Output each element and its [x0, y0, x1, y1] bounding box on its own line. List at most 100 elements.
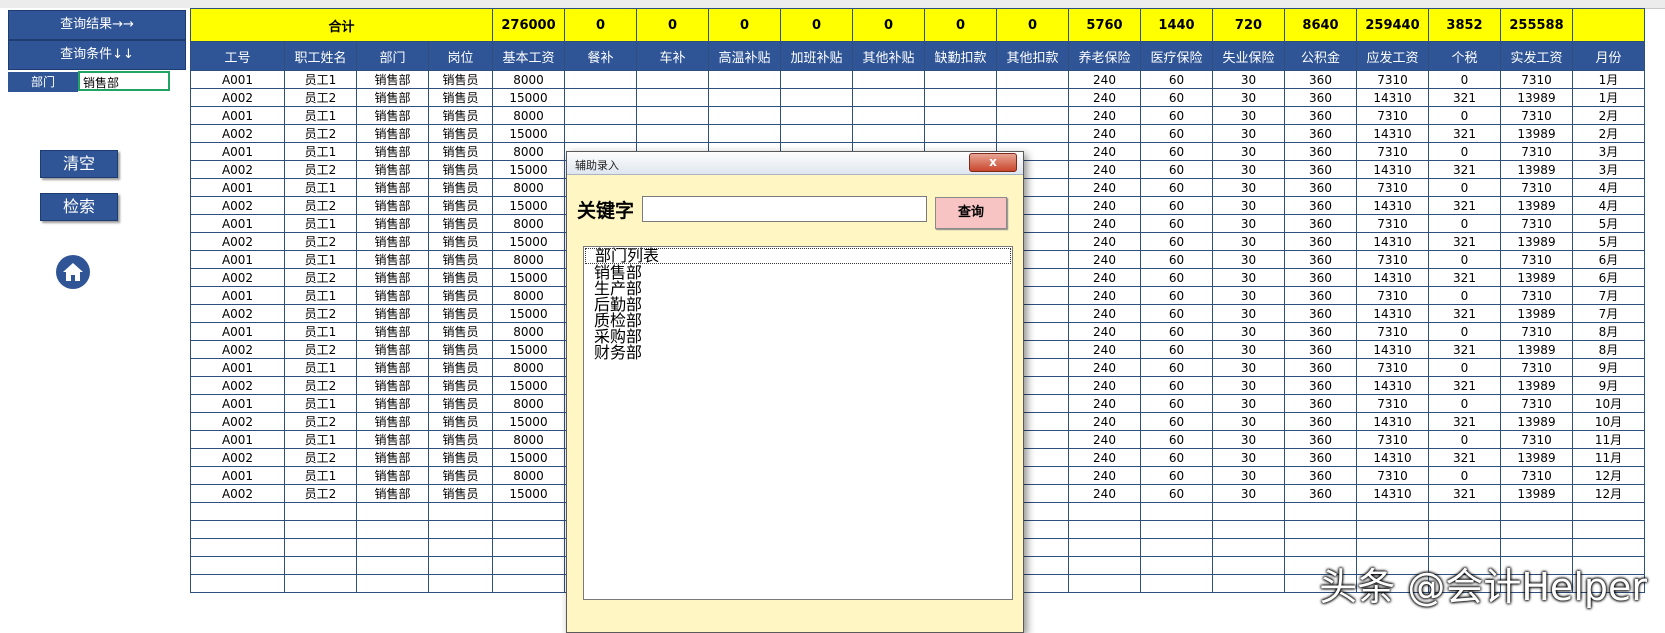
table-cell[interactable]: 14310 — [1356, 412, 1429, 431]
empty-cell[interactable] — [1428, 502, 1501, 521]
table-cell[interactable]: 7310 — [1500, 178, 1573, 197]
empty-cell[interactable] — [284, 520, 357, 539]
table-cell[interactable]: 销售部 — [356, 232, 429, 251]
table-cell[interactable]: A001 — [190, 466, 285, 485]
table-cell[interactable]: 销售部 — [356, 340, 429, 359]
table-cell[interactable]: 360 — [1284, 268, 1357, 287]
total-cell[interactable]: 0 — [924, 8, 997, 42]
table-cell[interactable] — [924, 106, 997, 125]
table-cell[interactable]: 360 — [1284, 286, 1357, 305]
table-cell[interactable]: 15000 — [492, 412, 565, 431]
table-cell[interactable]: 60 — [1140, 412, 1213, 431]
table-cell[interactable]: 销售员 — [428, 106, 493, 125]
empty-cell[interactable] — [1068, 574, 1141, 593]
empty-cell[interactable] — [1140, 502, 1213, 521]
table-cell[interactable]: 13989 — [1500, 196, 1573, 215]
table-cell[interactable]: 8000 — [492, 178, 565, 197]
table-cell[interactable]: 30 — [1212, 88, 1285, 107]
column-header[interactable]: 加班补贴 — [780, 41, 853, 71]
table-cell[interactable]: 360 — [1284, 340, 1357, 359]
table-cell[interactable]: 销售部 — [356, 466, 429, 485]
table-cell[interactable]: 30 — [1212, 430, 1285, 449]
table-cell[interactable]: 13989 — [1500, 304, 1573, 323]
table-cell[interactable]: A002 — [190, 160, 285, 179]
table-cell[interactable]: 60 — [1140, 484, 1213, 503]
table-cell[interactable] — [708, 124, 781, 143]
empty-cell[interactable] — [492, 520, 565, 539]
table-cell[interactable]: 240 — [1068, 250, 1141, 269]
table-cell[interactable]: 240 — [1068, 106, 1141, 125]
table-cell[interactable]: 8000 — [492, 142, 565, 161]
table-cell[interactable]: 销售员 — [428, 466, 493, 485]
table-cell[interactable]: A002 — [190, 484, 285, 503]
empty-cell[interactable] — [1284, 520, 1357, 539]
table-cell[interactable]: 销售员 — [428, 358, 493, 377]
table-cell[interactable]: 360 — [1284, 232, 1357, 251]
table-cell[interactable]: 员工2 — [284, 124, 357, 143]
empty-cell[interactable] — [190, 556, 285, 575]
table-cell[interactable]: 8000 — [492, 214, 565, 233]
table-cell[interactable]: 销售员 — [428, 214, 493, 233]
column-header[interactable]: 其他补贴 — [852, 41, 925, 71]
table-cell[interactable]: 13989 — [1500, 124, 1573, 143]
table-cell[interactable]: 14310 — [1356, 484, 1429, 503]
table-cell[interactable]: 销售部 — [356, 448, 429, 467]
table-cell[interactable]: 14310 — [1356, 88, 1429, 107]
table-cell[interactable]: 7310 — [1500, 286, 1573, 305]
total-cell[interactable]: 0 — [852, 8, 925, 42]
table-cell[interactable]: 15000 — [492, 448, 565, 467]
table-cell[interactable]: 员工1 — [284, 286, 357, 305]
table-cell[interactable]: A001 — [190, 178, 285, 197]
table-cell[interactable]: 360 — [1284, 394, 1357, 413]
table-cell[interactable]: 360 — [1284, 70, 1357, 89]
table-cell[interactable]: 6月 — [1572, 268, 1645, 287]
empty-cell[interactable] — [1212, 538, 1285, 557]
empty-cell[interactable] — [1428, 520, 1501, 539]
column-header[interactable]: 个税 — [1428, 41, 1501, 71]
list-item[interactable]: 采购部 — [584, 329, 1012, 345]
total-cell[interactable]: 8640 — [1284, 8, 1357, 42]
table-cell[interactable]: 销售员 — [428, 376, 493, 395]
table-cell[interactable]: 60 — [1140, 304, 1213, 323]
table-cell[interactable]: 30 — [1212, 394, 1285, 413]
table-cell[interactable]: 15000 — [492, 124, 565, 143]
table-cell[interactable]: 员工2 — [284, 340, 357, 359]
table-cell[interactable]: 240 — [1068, 412, 1141, 431]
table-cell[interactable]: 销售员 — [428, 250, 493, 269]
table-cell[interactable] — [636, 88, 709, 107]
table-cell[interactable]: 360 — [1284, 250, 1357, 269]
table-cell[interactable]: 销售部 — [356, 304, 429, 323]
table-cell[interactable]: 15000 — [492, 484, 565, 503]
table-cell[interactable] — [780, 70, 853, 89]
table-cell[interactable]: 销售部 — [356, 250, 429, 269]
empty-cell[interactable] — [1140, 538, 1213, 557]
table-cell[interactable]: 360 — [1284, 430, 1357, 449]
table-cell[interactable]: 360 — [1284, 88, 1357, 107]
table-cell[interactable] — [780, 106, 853, 125]
table-cell[interactable]: 240 — [1068, 466, 1141, 485]
table-cell[interactable]: A001 — [190, 322, 285, 341]
table-cell[interactable]: 7310 — [1356, 178, 1429, 197]
table-cell[interactable]: 30 — [1212, 466, 1285, 485]
table-cell[interactable] — [708, 70, 781, 89]
table-cell[interactable]: 11月 — [1572, 448, 1645, 467]
empty-cell[interactable] — [190, 538, 285, 557]
empty-cell[interactable] — [284, 538, 357, 557]
query-results-button[interactable]: 查询结果→→ — [8, 10, 186, 40]
table-cell[interactable]: 0 — [1428, 322, 1501, 341]
table-cell[interactable]: 30 — [1212, 70, 1285, 89]
table-cell[interactable]: 7310 — [1356, 430, 1429, 449]
table-cell[interactable]: 240 — [1068, 376, 1141, 395]
table-cell[interactable]: 10月 — [1572, 412, 1645, 431]
table-cell[interactable]: 1月 — [1572, 70, 1645, 89]
empty-cell[interactable] — [492, 538, 565, 557]
empty-cell[interactable] — [1140, 520, 1213, 539]
table-cell[interactable]: 30 — [1212, 160, 1285, 179]
table-cell[interactable]: 8月 — [1572, 340, 1645, 359]
empty-cell[interactable] — [1356, 520, 1429, 539]
table-cell[interactable]: 321 — [1428, 160, 1501, 179]
column-header[interactable]: 其他扣款 — [996, 41, 1069, 71]
table-cell[interactable]: A001 — [190, 286, 285, 305]
table-cell[interactable]: 8月 — [1572, 322, 1645, 341]
table-cell[interactable]: 30 — [1212, 232, 1285, 251]
